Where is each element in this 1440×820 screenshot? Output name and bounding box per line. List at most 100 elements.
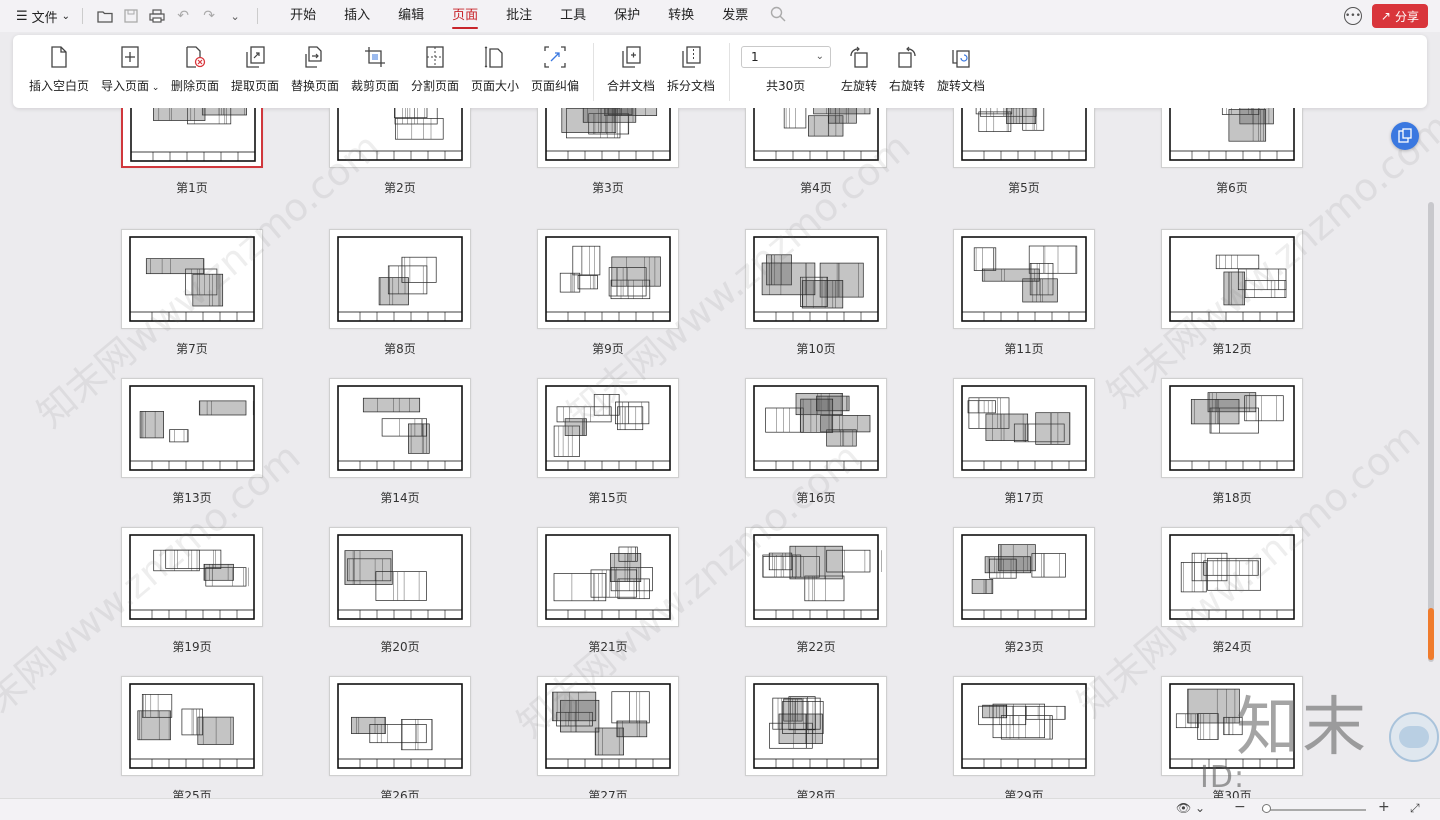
insert-blank-page-button[interactable]: 插入空白页 (29, 45, 89, 101)
page-thumbnail[interactable] (745, 676, 887, 776)
page-thumbnail[interactable] (745, 527, 887, 627)
share-button[interactable]: ↗ 分享 (1371, 4, 1428, 28)
page-preview-drawing (337, 108, 463, 161)
rotate-left-label: 左旋转 (841, 79, 878, 93)
page-thumbnail-grid: 第1页 第2页 第3页 第4页 第5页 第6页 第7页 第8页 第9页 第10页 第11页 第12页第… (0, 108, 1440, 798)
page-thumbnail[interactable] (121, 527, 263, 627)
undo-icon[interactable]: ↶ (175, 8, 191, 24)
view-mode-icon[interactable]: 👁 ⌄ (1176, 801, 1205, 815)
replace-page-button[interactable]: 替换页面 (291, 45, 339, 101)
floating-tool-button[interactable] (1391, 122, 1419, 150)
page-preview-drawing (337, 385, 463, 471)
merge-document-button[interactable]: 合并文档 (607, 45, 655, 101)
tab-page[interactable]: 页面 (438, 0, 492, 32)
crop-page-button[interactable]: 裁剪页面 (351, 45, 399, 101)
page-thumbnail[interactable] (745, 378, 887, 478)
assistant-avatar[interactable] (1389, 712, 1439, 762)
page-thumbnail[interactable] (121, 229, 263, 329)
redo-icon[interactable]: ↷ (201, 8, 217, 24)
page-thumbnail[interactable] (745, 229, 887, 329)
divider (257, 8, 259, 24)
file-menu-button[interactable]: ☰ 文件 ⌄ (0, 0, 76, 32)
page-thumbnail[interactable] (1161, 378, 1303, 478)
open-folder-icon[interactable] (97, 9, 113, 23)
split-document-button[interactable]: 拆分文档 (667, 45, 715, 101)
page-number-label: 第5页 (1008, 181, 1040, 195)
page-thumbnail[interactable] (121, 378, 263, 478)
page-preview-drawing (129, 683, 255, 769)
page-thumbnail[interactable] (1161, 229, 1303, 329)
deskew-icon (543, 45, 567, 69)
page-number-label: 第4页 (800, 181, 832, 195)
delete-page-icon (183, 45, 207, 69)
page-thumbnail[interactable] (121, 108, 263, 168)
page-thumbnail[interactable] (953, 378, 1095, 478)
page-preview-drawing (753, 385, 879, 471)
search-icon[interactable] (770, 6, 786, 26)
page-thumbnail[interactable] (953, 108, 1095, 168)
tab-comment[interactable]: 批注 (492, 0, 546, 32)
page-thumbnail[interactable] (329, 527, 471, 627)
zoom-in-icon[interactable]: + (1378, 799, 1390, 815)
page-thumbnail[interactable] (537, 676, 679, 776)
tab-start[interactable]: 开始 (276, 0, 330, 32)
page-thumbnail[interactable] (329, 108, 471, 168)
tab-edit[interactable]: 编辑 (384, 0, 438, 32)
page-preview-drawing (753, 236, 879, 322)
page-number-label: 第13页 (172, 491, 212, 505)
rotate-document-button[interactable]: 旋转文档 (937, 45, 985, 101)
tab-tools[interactable]: 工具 (546, 0, 600, 32)
fullscreen-icon[interactable]: ⤢ (1410, 801, 1420, 816)
page-preview-drawing (753, 534, 882, 620)
page-thumbnail[interactable] (953, 676, 1095, 776)
page-size-label: 页面大小 (471, 79, 520, 93)
page-thumbnail[interactable] (537, 108, 679, 168)
delete-page-button[interactable]: 删除页面 (171, 45, 219, 101)
extract-page-button[interactable]: 提取页面 (231, 45, 279, 101)
page-thumbnail[interactable] (1161, 108, 1303, 168)
replace-page-label: 替换页面 (291, 79, 340, 93)
page-thumbnail[interactable] (537, 229, 679, 329)
zoom-slider-handle[interactable] (1262, 804, 1271, 813)
page-thumbnail[interactable] (745, 108, 887, 168)
split-page-label: 分割页面 (411, 79, 460, 93)
page-number-label: 第23页 (1004, 640, 1044, 654)
tab-protect[interactable]: 保护 (600, 0, 654, 32)
page-size-button[interactable]: 页面大小 (471, 45, 519, 101)
page-thumbnail[interactable] (329, 229, 471, 329)
rotate-right-icon (895, 45, 919, 69)
vertical-scrollbar[interactable] (1428, 202, 1434, 662)
scrollbar-thumb[interactable] (1428, 608, 1434, 660)
tab-invoice[interactable]: 发票 (708, 0, 762, 32)
page-number-label: 第11页 (1004, 342, 1044, 356)
page-thumbnail[interactable] (953, 229, 1095, 329)
page-number-label: 第17页 (1004, 491, 1044, 505)
rotate-left-icon (847, 45, 871, 69)
page-number-select[interactable]: 1 ⌄ (741, 46, 831, 68)
page-number-label: 第28页 (796, 789, 836, 798)
page-preview-drawing (129, 534, 255, 620)
page-thumbnail[interactable] (537, 378, 679, 478)
zoom-slider[interactable] (1262, 809, 1366, 811)
zoom-out-icon[interactable]: − (1234, 799, 1246, 815)
page-thumbnail[interactable] (537, 527, 679, 627)
page-deskew-button[interactable]: 页面纠偏 (531, 45, 579, 101)
page-preview-drawing (545, 236, 671, 322)
share-icon: ↗ (1380, 9, 1391, 23)
tab-insert[interactable]: 插入 (330, 0, 384, 32)
page-thumbnail[interactable] (329, 378, 471, 478)
page-thumbnail[interactable] (953, 527, 1095, 627)
tab-convert[interactable]: 转换 (654, 0, 708, 32)
cloud-sync-icon[interactable]: ••• (1343, 7, 1362, 25)
rotate-left-button[interactable]: 左旋转 (841, 45, 877, 101)
page-thumbnail[interactable] (121, 676, 263, 776)
page-thumbnail[interactable] (1161, 527, 1303, 627)
save-icon[interactable] (123, 9, 139, 23)
share-label: 分享 (1394, 9, 1419, 24)
rotate-right-button[interactable]: 右旋转 (889, 45, 925, 101)
import-page-button[interactable]: 导入页面 ⌄ (101, 45, 159, 101)
page-thumbnail[interactable] (329, 676, 471, 776)
split-page-button[interactable]: 分割页面 (411, 45, 459, 101)
chevron-down-icon[interactable]: ⌄ (227, 10, 243, 23)
print-icon[interactable] (149, 9, 165, 23)
